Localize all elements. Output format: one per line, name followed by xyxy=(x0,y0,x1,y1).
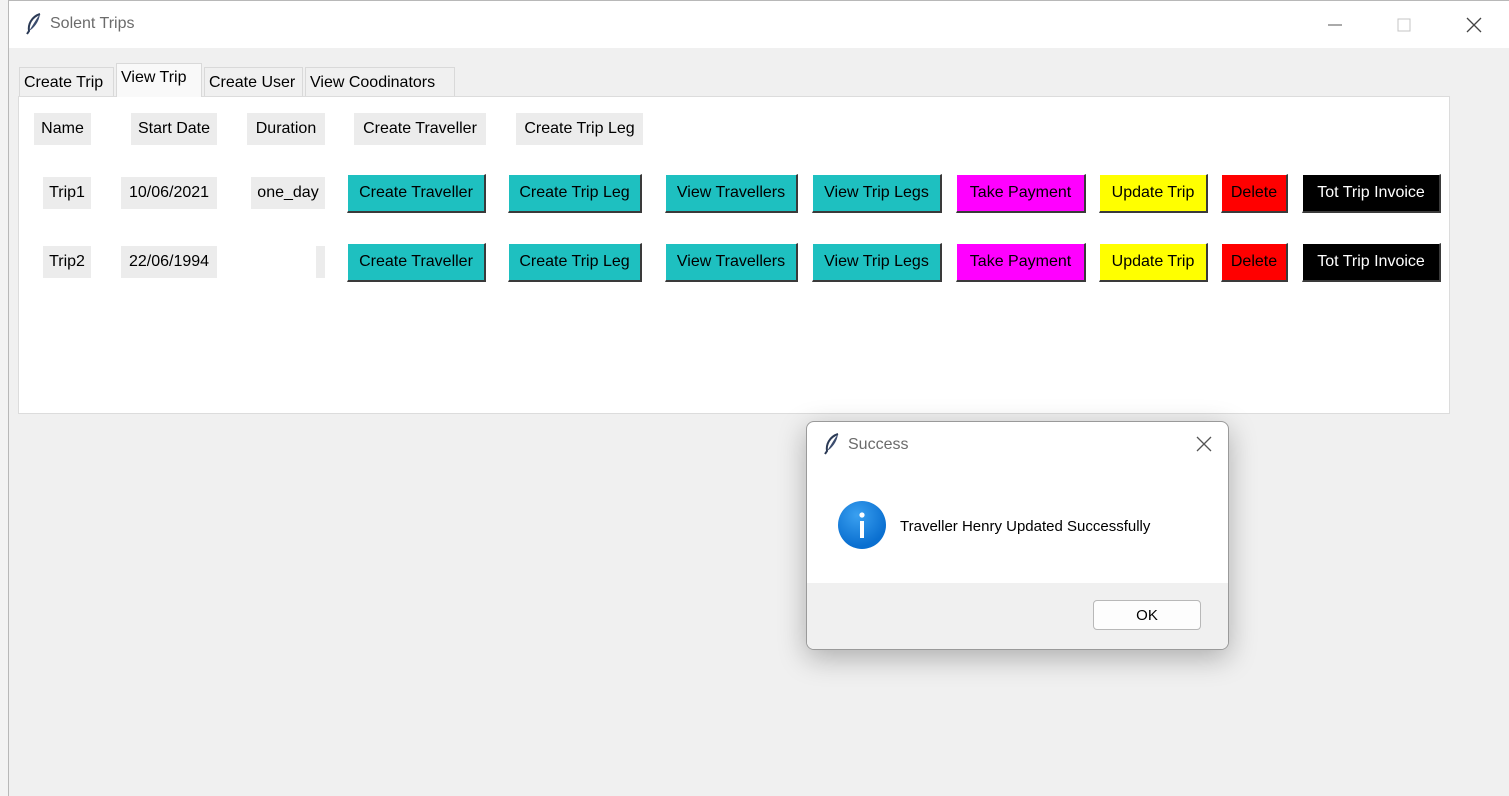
dialog-title: Success xyxy=(848,436,909,453)
row2-view-travellers-button[interactable]: View Travellers xyxy=(665,243,798,282)
feather-icon xyxy=(824,433,839,455)
row2-update-trip-button[interactable]: Update Trip xyxy=(1099,243,1208,282)
feather-icon xyxy=(26,13,41,35)
row1-delete-button[interactable]: Delete xyxy=(1221,174,1288,213)
close-button[interactable] xyxy=(1451,1,1497,48)
row1-create-trip-leg-button[interactable]: Create Trip Leg xyxy=(508,174,642,213)
row2-take-payment-button[interactable]: Take Payment xyxy=(956,243,1086,282)
row2-view-trip-legs-button[interactable]: View Trip Legs xyxy=(812,243,942,282)
row1-view-travellers-button[interactable]: View Travellers xyxy=(665,174,798,213)
view-trip-panel: Name Start Date Duration Create Travelle… xyxy=(18,96,1450,414)
dialog-footer: OK xyxy=(807,583,1228,649)
row1-duration: one_day xyxy=(251,177,325,209)
dialog-message: Traveller Henry Updated Successfully xyxy=(900,518,1151,535)
tab-view-trip[interactable]: View Trip xyxy=(116,63,202,97)
row1-tot-trip-invoice-button[interactable]: Tot Trip Invoice xyxy=(1302,174,1441,213)
main-window: Solent Trips Create Trip View Trip Creat… xyxy=(8,0,1509,796)
row2-create-traveller-button[interactable]: Create Traveller xyxy=(347,243,486,282)
row1-start-date: 10/06/2021 xyxy=(121,177,217,209)
header-name: Name xyxy=(34,113,91,145)
header-start-date: Start Date xyxy=(131,113,217,145)
info-glyph xyxy=(859,512,865,538)
tab-view-coodinators[interactable]: View Coodinators xyxy=(305,67,455,96)
row2-name: Trip2 xyxy=(43,246,91,278)
row1-name: Trip1 xyxy=(43,177,91,209)
minimize-button[interactable] xyxy=(1312,1,1358,48)
ok-button[interactable]: OK xyxy=(1093,600,1201,630)
success-dialog: Success Traveller Henry Updated Successf… xyxy=(806,421,1229,650)
info-icon xyxy=(838,501,886,549)
close-icon xyxy=(1196,436,1212,452)
row2-tot-trip-invoice-button[interactable]: Tot Trip Invoice xyxy=(1302,243,1441,282)
header-create-trip-leg: Create Trip Leg xyxy=(516,113,643,145)
header-create-traveller: Create Traveller xyxy=(354,113,486,145)
window-title: Solent Trips xyxy=(50,15,135,32)
tab-create-user[interactable]: Create User xyxy=(204,67,303,96)
row2-create-trip-leg-button[interactable]: Create Trip Leg xyxy=(508,243,642,282)
row1-take-payment-button[interactable]: Take Payment xyxy=(956,174,1086,213)
dialog-close-button[interactable] xyxy=(1194,434,1214,454)
row1-create-traveller-button[interactable]: Create Traveller xyxy=(347,174,486,213)
header-duration: Duration xyxy=(247,113,325,145)
row1-update-trip-button[interactable]: Update Trip xyxy=(1099,174,1208,213)
maximize-button[interactable] xyxy=(1381,1,1427,48)
title-bar: Solent Trips xyxy=(9,1,1509,48)
row2-start-date: 22/06/1994 xyxy=(121,246,217,278)
minimize-icon xyxy=(1328,24,1342,25)
row2-duration xyxy=(316,246,325,278)
row1-view-trip-legs-button[interactable]: View Trip Legs xyxy=(812,174,942,213)
maximize-icon xyxy=(1397,18,1411,31)
tab-create-trip[interactable]: Create Trip xyxy=(19,67,114,96)
close-icon xyxy=(1466,17,1482,32)
row2-delete-button[interactable]: Delete xyxy=(1221,243,1288,282)
